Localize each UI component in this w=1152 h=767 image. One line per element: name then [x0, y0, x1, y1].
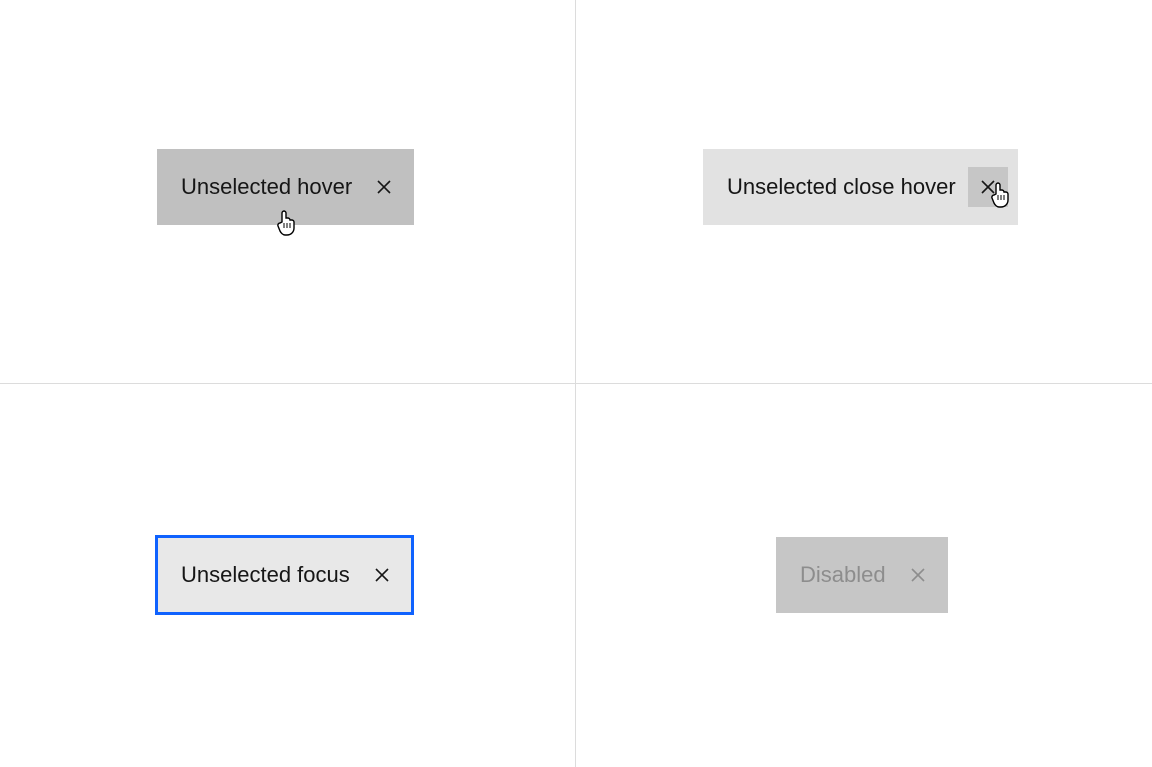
- tab-label: Disabled: [776, 564, 898, 586]
- states-grid: Unselected hover Unselected close hover: [0, 0, 1152, 767]
- close-button[interactable]: [362, 555, 402, 595]
- close-button[interactable]: [968, 167, 1008, 207]
- tab-disabled: Disabled: [776, 537, 948, 613]
- close-icon: [910, 567, 926, 583]
- tab-label: Unselected hover: [157, 176, 364, 198]
- cell-disabled: Disabled: [576, 384, 1152, 767]
- close-icon: [374, 567, 390, 583]
- cell-unselected-close-hover: Unselected close hover: [576, 0, 1152, 384]
- tab-label: Unselected close hover: [703, 176, 968, 198]
- cell-unselected-hover: Unselected hover: [0, 0, 576, 384]
- pointer-cursor-icon: [275, 209, 299, 235]
- tab-unselected-close-hover[interactable]: Unselected close hover: [703, 149, 1018, 225]
- tab-unselected-hover[interactable]: Unselected hover: [157, 149, 414, 225]
- cell-unselected-focus: Unselected focus: [0, 384, 576, 767]
- tab-unselected-focus[interactable]: Unselected focus: [157, 537, 412, 613]
- close-button[interactable]: [364, 167, 404, 207]
- close-icon: [376, 179, 392, 195]
- close-icon: [980, 179, 996, 195]
- tab-label: Unselected focus: [157, 564, 362, 586]
- close-button: [898, 555, 938, 595]
